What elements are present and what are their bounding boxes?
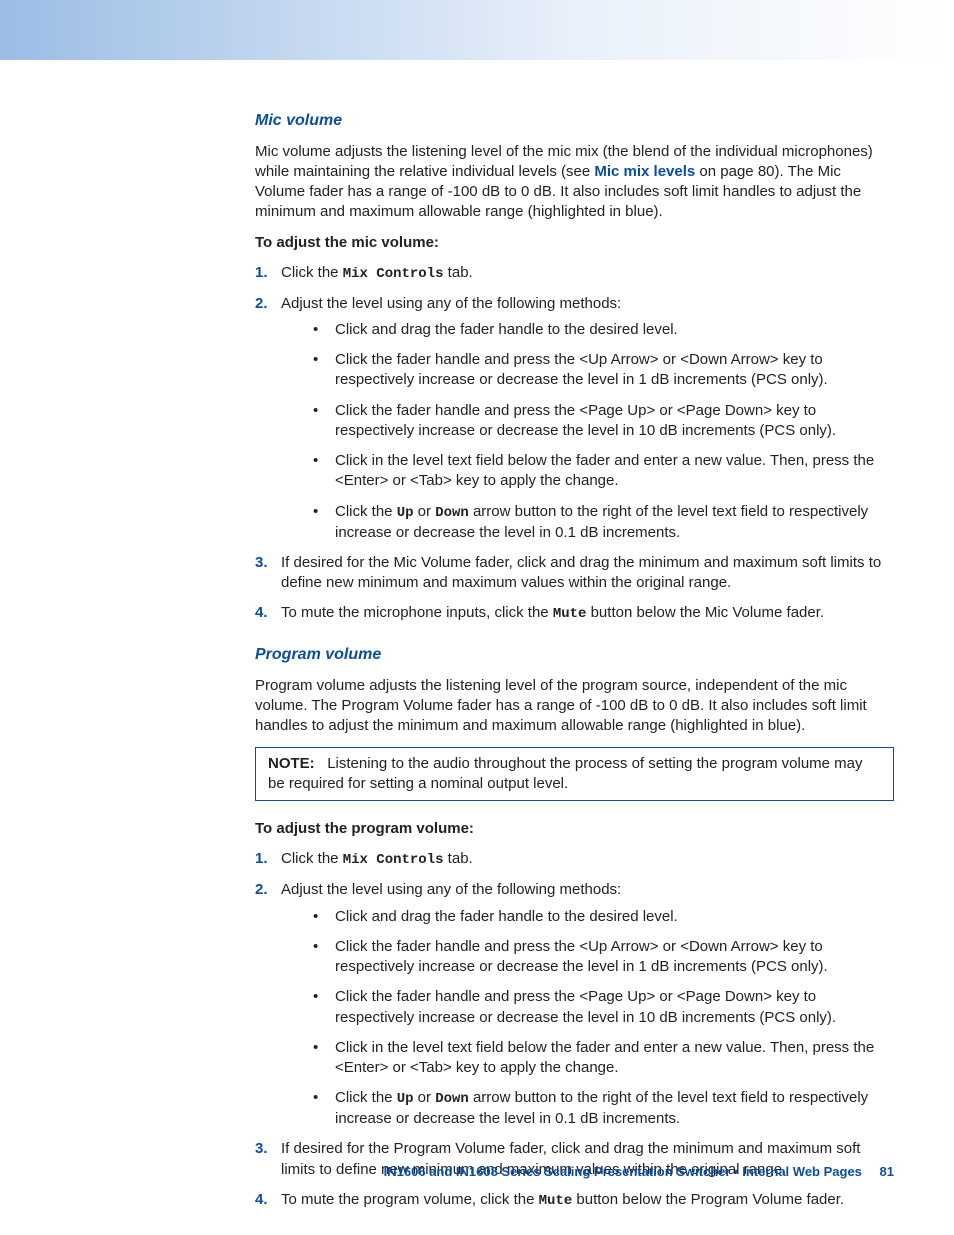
note-label: NOTE:	[268, 755, 315, 772]
prog-adjust-heading: To adjust the program volume:	[255, 819, 894, 839]
list-item: Click the Up or Down arrow button to the…	[313, 502, 894, 543]
step-number: 4.	[255, 1190, 268, 1210]
link-mic-mix-levels[interactable]: Mic mix levels	[594, 163, 695, 180]
mic-intro: Mic volume adjusts the listening level o…	[255, 142, 894, 223]
code-mute: Mute	[539, 1193, 573, 1209]
text: To mute the microphone inputs, click the	[281, 604, 553, 621]
step-number: 3.	[255, 553, 268, 573]
list-item: Click the Up or Down arrow button to the…	[313, 1088, 894, 1129]
list-item: Click the fader handle and press the <Pa…	[313, 987, 894, 1028]
code-mix-controls: Mix Controls	[343, 266, 444, 282]
note-text	[319, 755, 327, 772]
code-mix-controls: Mix Controls	[343, 852, 444, 868]
text: Click the	[281, 264, 343, 281]
list-item: Click the fader handle and press the <Up…	[313, 937, 894, 978]
text: tab.	[444, 850, 473, 867]
heading-program-volume: Program volume	[255, 644, 894, 666]
list-item: Click in the level text field below the …	[313, 451, 894, 492]
list-item: 3. If desired for the Mic Volume fader, …	[255, 553, 894, 594]
prog-methods: Click and drag the fader handle to the d…	[313, 907, 894, 1130]
heading-mic-volume: Mic volume	[255, 110, 894, 132]
list-item: 4. To mute the program volume, click the…	[255, 1190, 894, 1211]
step-number: 3.	[255, 1139, 268, 1159]
page-body: Mic volume Mic volume adjusts the listen…	[0, 60, 954, 1211]
code-up: Up	[397, 505, 414, 521]
header-gradient	[0, 0, 954, 60]
step-number: 2.	[255, 880, 268, 900]
mic-adjust-heading: To adjust the mic volume:	[255, 233, 894, 253]
text: tab.	[444, 264, 473, 281]
code-up: Up	[397, 1091, 414, 1107]
text: If desired for the Mic Volume fader, cli…	[281, 554, 881, 591]
step-number: 1.	[255, 263, 268, 283]
list-item: Click in the level text field below the …	[313, 1038, 894, 1079]
list-item: 4. To mute the microphone inputs, click …	[255, 603, 894, 624]
page-footer: IN1606 and IN1608 Series Scaling Present…	[384, 1163, 894, 1181]
list-item: Click and drag the fader handle to the d…	[313, 907, 894, 927]
step-number: 4.	[255, 603, 268, 623]
footer-text: IN1606 and IN1608 Series Scaling Present…	[384, 1164, 862, 1179]
step-number: 2.	[255, 294, 268, 314]
mic-methods: Click and drag the fader handle to the d…	[313, 320, 894, 543]
text: Click the	[335, 503, 397, 520]
code-mute: Mute	[553, 606, 587, 622]
list-item: Click the fader handle and press the <Up…	[313, 350, 894, 391]
list-item: 2. Adjust the level using any of the fol…	[255, 294, 894, 543]
code-down: Down	[435, 505, 469, 521]
mic-steps: 1. Click the Mix Controls tab. 2. Adjust…	[255, 263, 894, 624]
list-item: 1. Click the Mix Controls tab.	[255, 263, 894, 284]
step-number: 1.	[255, 849, 268, 869]
text: or	[414, 1089, 436, 1106]
text: or	[414, 503, 436, 520]
note-box: NOTE: Listening to the audio throughout …	[255, 747, 894, 802]
text: Adjust the level using any of the follow…	[281, 295, 621, 312]
list-item: 2. Adjust the level using any of the fol…	[255, 880, 894, 1129]
note-text: Listening to the audio throughout the pr…	[268, 755, 863, 792]
list-item: Click the fader handle and press the <Pa…	[313, 401, 894, 442]
text: To mute the program volume, click the	[281, 1191, 539, 1208]
list-item: Click and drag the fader handle to the d…	[313, 320, 894, 340]
code-down: Down	[435, 1091, 469, 1107]
text: Click the	[335, 1089, 397, 1106]
text: button below the Mic Volume fader.	[586, 604, 824, 621]
text: Click the	[281, 850, 343, 867]
page-number: 81	[880, 1164, 894, 1179]
list-item: 1. Click the Mix Controls tab.	[255, 849, 894, 870]
prog-intro: Program volume adjusts the listening lev…	[255, 676, 894, 737]
prog-steps: 1. Click the Mix Controls tab. 2. Adjust…	[255, 849, 894, 1210]
text: Adjust the level using any of the follow…	[281, 881, 621, 898]
text: button below the Program Volume fader.	[572, 1191, 844, 1208]
